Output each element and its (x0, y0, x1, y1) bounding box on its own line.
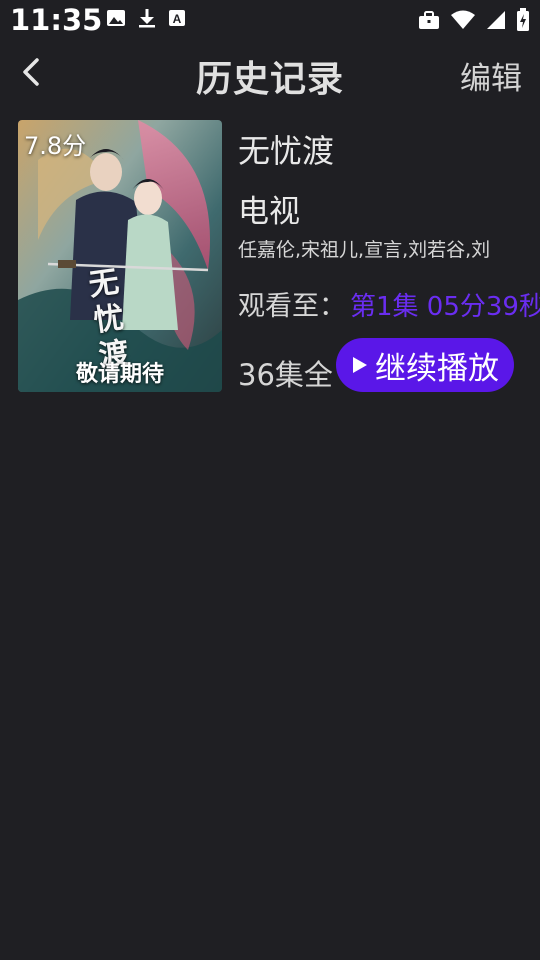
briefcase-icon (419, 11, 439, 29)
svg-text:A: A (173, 12, 182, 26)
status-notifications: A (106, 8, 186, 28)
continue-play-label: 继续播放 (375, 350, 499, 387)
item-title[interactable]: 无忧渡 (238, 126, 334, 172)
signal-icon (487, 11, 505, 29)
poster-caption: 敬请期待 (75, 362, 164, 387)
image-icon (107, 10, 125, 26)
watch-progress: 第1集 05分39秒 (350, 292, 540, 322)
watch-progress-row: 观看至： 第1集 05分39秒 (238, 284, 540, 323)
page-title: 历史记录 (195, 59, 344, 100)
watch-label: 观看至： (238, 291, 346, 322)
status-bar: 11:35 A (0, 0, 540, 44)
status-time: 11:35 (10, 3, 103, 37)
header: 历史记录 编辑 (0, 44, 540, 100)
item-cast: 任嘉伦,宋祖儿,宣言,刘若谷,刘 (238, 239, 491, 261)
play-icon (353, 357, 367, 373)
item-type: 电视 (238, 194, 300, 230)
rating-badge: 7.8分 (24, 132, 87, 160)
battery-charging-icon (517, 8, 529, 31)
episode-count: 36集全 (238, 358, 333, 392)
status-system-icons (418, 8, 530, 32)
wifi-icon (451, 10, 475, 29)
download-icon (139, 9, 155, 28)
edit-button[interactable]: 编辑 (460, 53, 522, 98)
continue-play-button[interactable]: 继续播放 (336, 338, 514, 392)
font-icon: A (169, 10, 185, 26)
history-item[interactable]: 7.8分 无忧渡 敬请期待 无忧渡 电视 任嘉伦,宋祖儿,宣言,刘若谷,刘 观看… (18, 120, 540, 392)
poster-image[interactable]: 7.8分 无忧渡 敬请期待 (18, 120, 222, 392)
